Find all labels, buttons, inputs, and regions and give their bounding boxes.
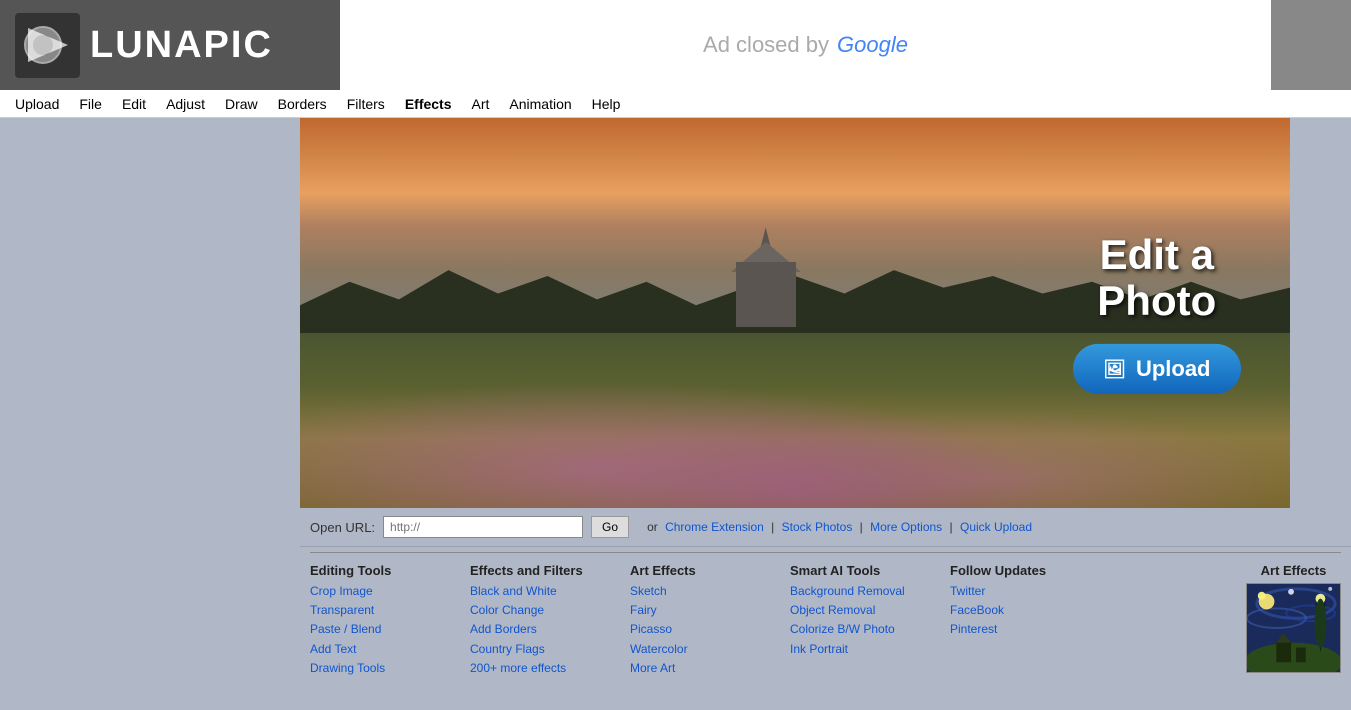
- link-transparent[interactable]: Transparent: [310, 601, 450, 620]
- hero-upload-button[interactable]: 🖼 Upload: [1073, 344, 1240, 394]
- footer-col-editing-title: Editing Tools: [310, 563, 450, 578]
- nav-animation[interactable]: Animation: [499, 92, 581, 116]
- church-body: [736, 262, 796, 327]
- footer-col-editing: Editing Tools Crop Image Transparent Pas…: [310, 563, 450, 678]
- nav-borders[interactable]: Borders: [268, 92, 337, 116]
- link-pinterest[interactable]: Pinterest: [950, 620, 1090, 639]
- link-picasso[interactable]: Picasso: [630, 620, 770, 639]
- art-effects-thumb-title: Art Effects: [1246, 563, 1341, 578]
- link-colorize[interactable]: Colorize B/W Photo: [790, 620, 930, 639]
- footer-col-effects: Effects and Filters Black and White Colo…: [470, 563, 610, 678]
- footer-links: Editing Tools Crop Image Transparent Pas…: [300, 558, 1351, 688]
- nav-help[interactable]: Help: [582, 92, 631, 116]
- footer-col-social: Follow Updates Twitter FaceBook Pinteres…: [950, 563, 1090, 678]
- google-logo-text: Google: [837, 32, 908, 58]
- stock-photos-link[interactable]: Stock Photos: [782, 520, 853, 534]
- upload-icon: 🖼: [1103, 359, 1126, 380]
- footer-col-ai: Smart AI Tools Background Removal Object…: [790, 563, 930, 678]
- link-more-effects[interactable]: 200+ more effects: [470, 659, 610, 678]
- nav-effects[interactable]: Effects: [395, 92, 462, 116]
- pipe3: |: [950, 520, 953, 534]
- link-add-borders[interactable]: Add Borders: [470, 620, 610, 639]
- pipe1: |: [771, 520, 774, 534]
- church: [726, 227, 806, 327]
- url-extras: or Chrome Extension | Stock Photos | Mor…: [647, 520, 1032, 534]
- left-panel: [0, 118, 300, 688]
- main-content: Edit a Photo 🖼 Upload Open URL: Go or Ch…: [0, 118, 1351, 688]
- footer-col-social-title: Follow Updates: [950, 563, 1090, 578]
- navbar: Upload File Edit Adjust Draw Borders Fil…: [0, 90, 1351, 118]
- footer-col-ai-title: Smart AI Tools: [790, 563, 930, 578]
- ad-closed-label: Ad closed by: [703, 32, 829, 58]
- link-add-text[interactable]: Add Text: [310, 640, 450, 659]
- quick-upload-link[interactable]: Quick Upload: [960, 520, 1032, 534]
- nav-edit[interactable]: Edit: [112, 92, 156, 116]
- link-drawing-tools[interactable]: Drawing Tools: [310, 659, 450, 678]
- link-twitter[interactable]: Twitter: [950, 582, 1090, 601]
- footer-col-effects-title: Effects and Filters: [470, 563, 610, 578]
- url-bar: Open URL: Go or Chrome Extension | Stock…: [300, 508, 1351, 547]
- header-right-filler: [1271, 0, 1351, 90]
- nav-adjust[interactable]: Adjust: [156, 92, 215, 116]
- link-fairy[interactable]: Fairy: [630, 601, 770, 620]
- link-ink-portrait[interactable]: Ink Portrait: [790, 640, 930, 659]
- center-content: Edit a Photo 🖼 Upload Open URL: Go or Ch…: [300, 118, 1351, 688]
- link-obj-removal[interactable]: Object Removal: [790, 601, 930, 620]
- nav-file[interactable]: File: [69, 92, 112, 116]
- upload-btn-label: Upload: [1136, 356, 1211, 382]
- edit-photo-title: Edit a Photo: [1073, 232, 1240, 324]
- open-url-label: Open URL:: [310, 520, 375, 535]
- link-sketch[interactable]: Sketch: [630, 582, 770, 601]
- link-facebook[interactable]: FaceBook: [950, 601, 1090, 620]
- footer-col-art: Art Effects Sketch Fairy Picasso Waterco…: [630, 563, 770, 678]
- link-bg-removal[interactable]: Background Removal: [790, 582, 930, 601]
- link-country-flags[interactable]: Country Flags: [470, 640, 610, 659]
- link-color-change[interactable]: Color Change: [470, 601, 610, 620]
- hero-banner: Edit a Photo 🖼 Upload: [300, 118, 1290, 508]
- nav-draw[interactable]: Draw: [215, 92, 268, 116]
- nav-upload[interactable]: Upload: [5, 92, 69, 116]
- link-bw[interactable]: Black and White: [470, 582, 610, 601]
- header: LUNAPIC Ad closed by Google: [0, 0, 1351, 90]
- link-more-art[interactable]: More Art: [630, 659, 770, 678]
- go-button[interactable]: Go: [591, 516, 629, 538]
- link-crop-image[interactable]: Crop Image: [310, 582, 450, 601]
- link-paste-blend[interactable]: Paste / Blend: [310, 620, 450, 639]
- ad-banner: Ad closed by Google: [340, 0, 1271, 90]
- more-options-link[interactable]: More Options: [870, 520, 942, 534]
- logo-area: LUNAPIC: [0, 0, 340, 90]
- footer-col-art-title: Art Effects: [630, 563, 770, 578]
- ad-closed-text: Ad closed by Google: [703, 32, 908, 58]
- starry-night-image: [1246, 583, 1341, 673]
- or-label: or: [647, 520, 658, 534]
- chrome-extension-link[interactable]: Chrome Extension: [665, 520, 764, 534]
- logo-icon: [15, 13, 80, 78]
- art-effects-thumbnail: Art Effects: [1246, 563, 1341, 678]
- url-input[interactable]: [383, 516, 583, 538]
- nav-filters[interactable]: Filters: [337, 92, 395, 116]
- divider: [310, 552, 1341, 553]
- logo-text: LUNAPIC: [90, 24, 273, 67]
- nav-art[interactable]: Art: [462, 92, 500, 116]
- link-watercolor[interactable]: Watercolor: [630, 640, 770, 659]
- pipe2: |: [860, 520, 863, 534]
- hero-overlay: Edit a Photo 🖼 Upload: [1073, 232, 1240, 394]
